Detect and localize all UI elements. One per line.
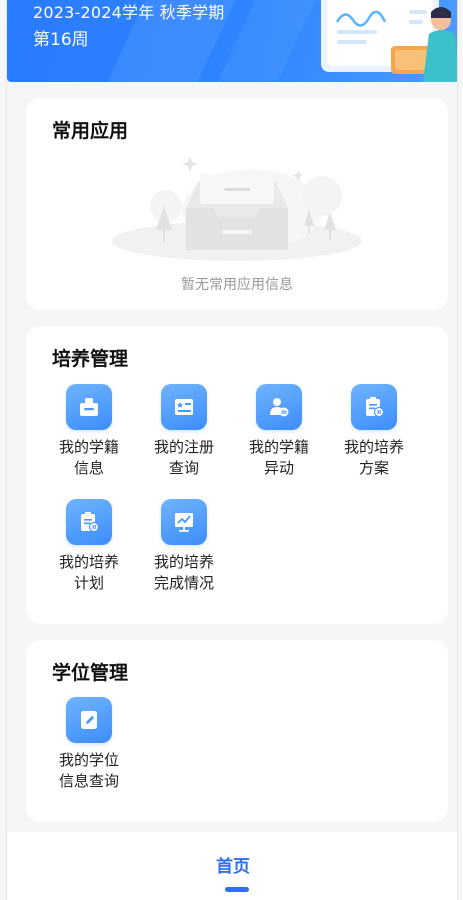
app-label-line2: 完成情况 (153, 574, 214, 592)
schedule-document-icon (66, 499, 112, 545)
common-apps-card: 常用应用 暂无常用应用信息 (26, 98, 448, 310)
chart-board-icon (161, 499, 207, 545)
header-banner: 2023-2024学年 秋季学期 第16周 (7, 0, 457, 82)
app-training-plan[interactable]: 我的培养 计划 (44, 499, 134, 594)
term-label: 2023-2024学年 秋季学期 (33, 3, 225, 22)
tab-home[interactable]: 首页 (7, 852, 457, 877)
user-change-icon (256, 384, 302, 430)
app-registration-query[interactable]: 我的注册 查询 (139, 384, 229, 479)
app-label-line2: 计划 (73, 574, 104, 592)
empty-state-text: 暂无常用应用信息 (181, 277, 293, 293)
bottom-tab-bar: 首页 (7, 832, 457, 900)
edit-document-icon (66, 697, 112, 743)
training-management-card: 培养管理 我的学籍 信息 我的注册 查询 我的学籍 异动 我的培养 方案 我的培… (26, 326, 448, 624)
app-label-line2: 查询 (168, 459, 199, 477)
week-label: 第16周 (33, 30, 89, 50)
app-label-line1: 我的学籍 (248, 438, 309, 456)
degree-management-title: 学位管理 (52, 662, 129, 684)
app-label-line2: 异动 (263, 459, 294, 477)
id-card-icon (66, 384, 112, 430)
app-label-line1: 我的学籍 (58, 438, 119, 456)
app-label-line2: 信息查询 (58, 772, 119, 790)
app-frame: 2023-2024学年 秋季学期 第16周 常用应用 暂无常用应用信息 培养管理… (6, 0, 458, 900)
app-label-line1: 我的培养 (343, 438, 404, 456)
app-degree-info-query[interactable]: 我的学位 信息查询 (44, 697, 134, 792)
banner-illustration (321, 0, 457, 82)
app-training-program[interactable]: 我的培养 方案 (329, 384, 419, 479)
plan-document-icon (351, 384, 397, 430)
app-status-change[interactable]: 我的学籍 异动 (234, 384, 324, 479)
app-label-line1: 我的培养 (58, 553, 119, 571)
app-label-line2: 方案 (358, 459, 389, 477)
app-label-line2: 信息 (73, 459, 104, 477)
app-student-status-info[interactable]: 我的学籍 信息 (44, 384, 134, 479)
app-training-completion[interactable]: 我的培养 完成情况 (139, 499, 229, 594)
app-label-line1: 我的培养 (153, 553, 214, 571)
app-label-line1: 我的学位 (58, 751, 119, 769)
app-label-line1: 我的注册 (153, 438, 214, 456)
degree-management-card: 学位管理 我的学位信息查询 (26, 640, 448, 822)
tab-active-indicator (225, 887, 249, 892)
training-management-title: 培养管理 (52, 348, 129, 370)
register-certificate-icon (161, 384, 207, 430)
